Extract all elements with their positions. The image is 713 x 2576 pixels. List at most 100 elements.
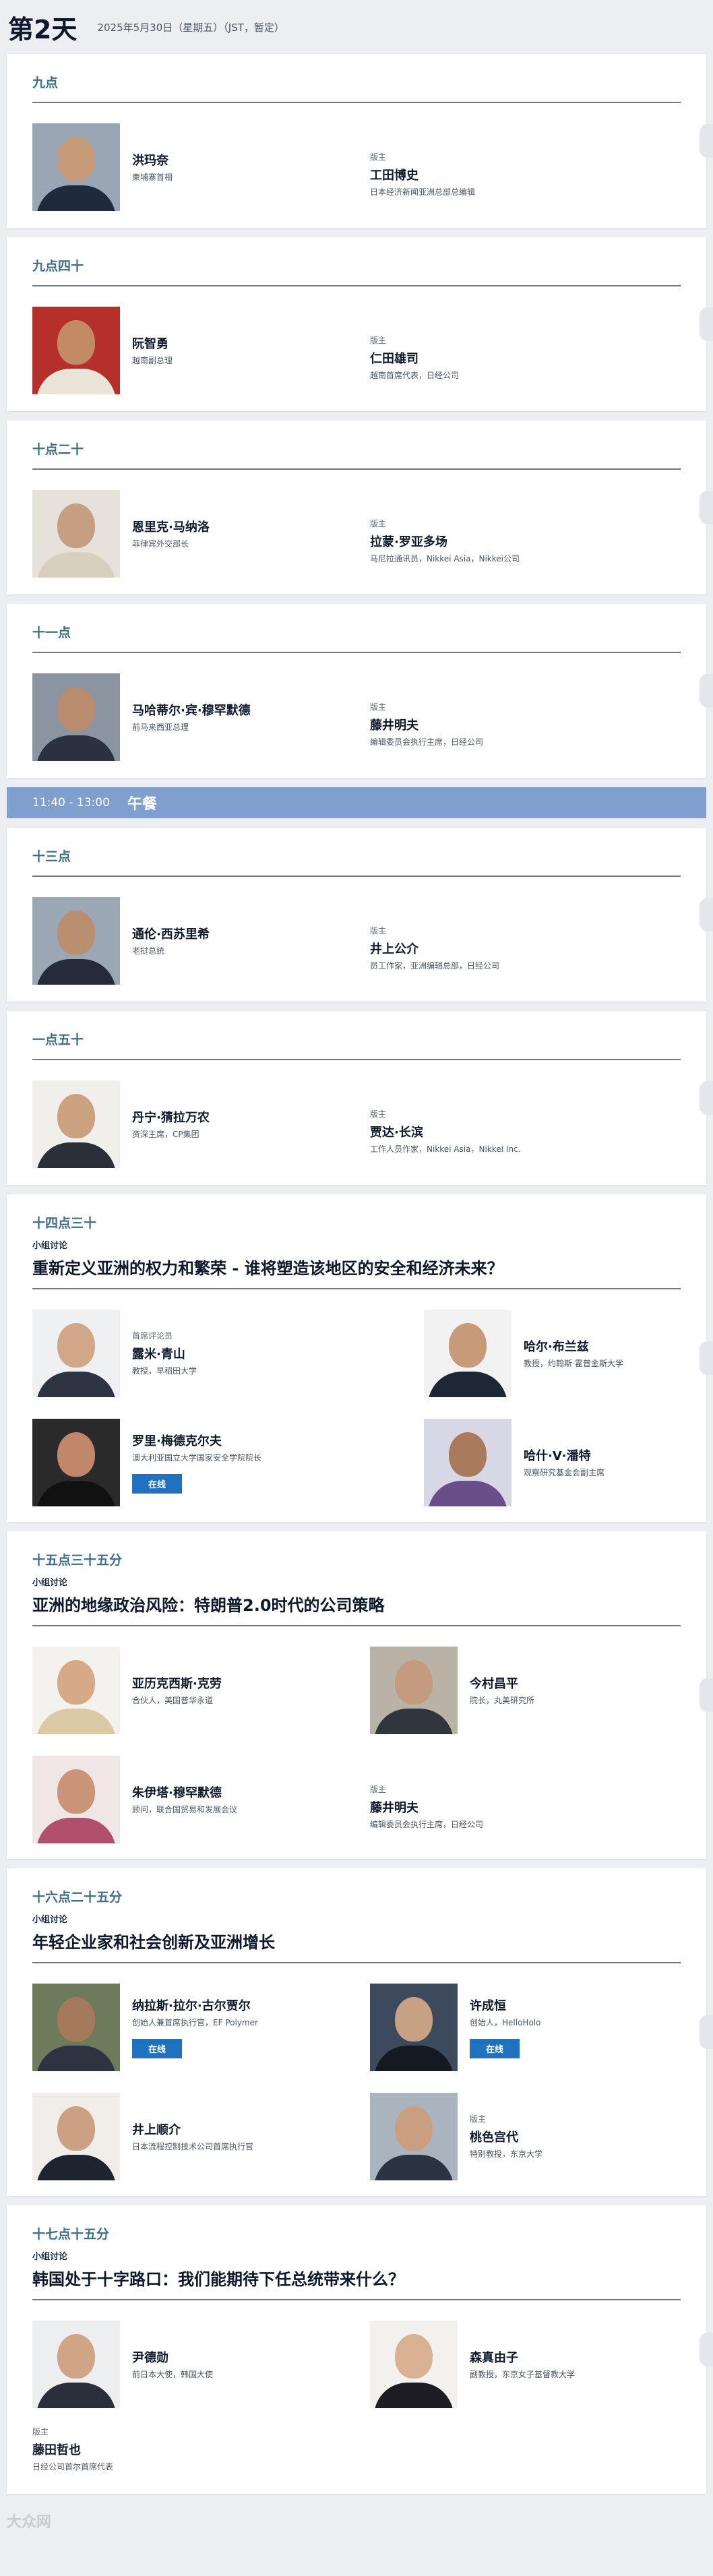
panelist-photo	[424, 1419, 512, 1506]
panelist[interactable]: 纳拉斯·拉尔·古尔贾尔 创始人兼首席执行官，EF Polymer 在线	[32, 1984, 343, 2071]
panelist[interactable]: 哈什·V·潘特 观察研究基金会副主席	[370, 1419, 681, 1506]
moderator[interactable]: 版主 工田博史 日本经济新闻亚洲总部总编辑	[370, 123, 681, 211]
side-scroll-tab	[700, 491, 713, 524]
divider	[32, 285, 681, 286]
panel-card: 十五点三十五分 小组讨论 亚洲的地缘政治风险：特朗普2.0时代的公司策略 亚历克…	[7, 1531, 713, 1859]
speaker-name: 恩里克·马纳洛	[132, 520, 210, 534]
moderator-title: 马尼拉通讯员，Nikkei Asia，Nikkei公司	[370, 553, 520, 563]
moderator[interactable]: 版主 贾达·长滨 工作人员作家，Nikkei Asia，Nikkei Inc.	[370, 1080, 681, 1168]
panelist[interactable]: 井上顺介 日本流程控制技术公司首席执行官	[32, 2093, 343, 2180]
panelist-photo	[370, 1647, 458, 1734]
session-title: 重新定义亚洲的权力和繁荣 - 谁将塑造该地区的安全和经济未来？	[32, 1259, 503, 1278]
divider	[32, 102, 681, 103]
speaker-photo	[32, 673, 120, 761]
panelist-title: 副教授，东京女子基督教大学	[470, 2369, 576, 2379]
speaker-photo	[32, 307, 120, 394]
moderator-role: 版主	[370, 1784, 387, 1794]
moderator-role: 版主	[370, 925, 387, 936]
lunch-bar: 11:40 - 13:00 午餐	[7, 787, 706, 818]
speaker[interactable]: 马哈蒂尔·宾·穆罕默德 前马来西亚总理	[32, 673, 343, 761]
side-scroll-tab	[700, 898, 713, 931]
moderator-title: 日本经济新闻亚洲总部总编辑	[370, 187, 476, 197]
moderator[interactable]: 版主 藤井明夫 编辑委员会执行主席，日经公司	[370, 1756, 681, 1843]
speaker-title: 越南副总理	[132, 355, 173, 365]
divider	[32, 1962, 681, 1963]
panelist-name: 今村昌平	[470, 1676, 518, 1691]
session-time: 十五点三十五分	[32, 1553, 123, 1568]
panelist[interactable]: 许成恒 创始人，HelloHolo 在线	[370, 1984, 681, 2071]
moderator[interactable]: 版主 仁田雄司 越南首席代表，日经公司	[370, 307, 681, 394]
session-type: 小组讨论	[32, 1241, 68, 1251]
panel-card: 十六点二十五分 小组讨论 年轻企业家和社会创新及亚洲增长 纳拉斯·拉尔·古尔贾尔…	[7, 1868, 713, 2196]
panelist[interactable]: 哈尔·布兰兹 教授，约翰斯·霍普金斯大学	[370, 1310, 681, 1397]
lunch-time: 11:40 - 13:00	[32, 796, 110, 809]
panelist-name: 森真由子	[470, 2350, 518, 2365]
panel-card: 十七点十五分 小组讨论 韩国处于十字路口：我们能期待下任总统带来什么？ 尹德勋 …	[7, 2205, 713, 2494]
panelist-title: 教授，早稻田大学	[132, 1366, 197, 1376]
moderator-name: 拉蒙·罗亚多场	[370, 534, 447, 549]
speaker-title: 菲律宾外交部长	[132, 539, 189, 549]
panelist-title: 创始人，HelloHolo	[470, 2017, 541, 2027]
divider	[32, 1059, 681, 1060]
speaker-photo	[32, 1080, 120, 1168]
speaker-title: 柬埔寨首相	[132, 172, 173, 182]
moderator[interactable]: 版主 拉蒙·罗亚多场 马尼拉通讯员，Nikkei Asia，Nikkei公司	[370, 490, 681, 578]
session-time: 十四点三十	[32, 1216, 97, 1231]
moderator[interactable]: 版主 藤田哲也 日经公司首尔首席代表	[32, 2408, 681, 2473]
panelist[interactable]: 首席评论员 露米·青山 教授，早稻田大学	[32, 1310, 343, 1397]
panelist[interactable]: 罗里·梅德克尔夫 澳大利亚国立大学国家安全学院院长 在线	[32, 1419, 343, 1506]
moderator-name: 贾达·长滨	[370, 1125, 423, 1140]
panelist-role: 首席评论员	[132, 1330, 173, 1341]
speaker[interactable]: 丹宁·猜拉万农 资深主席，CP集团	[32, 1080, 343, 1168]
panelist-name: 许成恒	[470, 1998, 506, 2013]
online-badge: 在线	[470, 2039, 520, 2059]
panelist-photo	[370, 2321, 458, 2408]
panelist[interactable]: 今村昌平 院长，丸美研究所	[370, 1647, 681, 1734]
day-date: 2025年5月30日（星期五）（JST，暂定）	[97, 21, 284, 34]
speaker-name: 洪玛奈	[132, 153, 168, 168]
moderator-title: 越南首席代表，日经公司	[370, 370, 460, 380]
speaker-photo	[32, 897, 120, 985]
panelist-title: 观察研究基金会副主席	[524, 1467, 605, 1477]
speaker[interactable]: 洪玛奈 柬埔寨首相	[32, 123, 343, 211]
panelist-title: 创始人兼首席执行官，EF Polymer	[132, 2017, 258, 2027]
session-time: 九点	[32, 75, 59, 90]
moderator-role: 版主	[470, 2114, 487, 2124]
moderator-title: 编辑委员会执行主席，日经公司	[370, 737, 484, 747]
panelist[interactable]: 森真由子 副教授，东京女子基督教大学	[370, 2321, 681, 2408]
panelist-photo	[370, 1984, 458, 2071]
moderator-photo	[370, 2093, 458, 2180]
panelist-photo	[32, 2093, 120, 2180]
moderator-role: 版主	[32, 2427, 49, 2436]
session-card: 九点 洪玛奈 柬埔寨首相 版主 工田博史 日本经济新闻亚洲总部总编辑	[7, 54, 713, 228]
session-card: 十一点 马哈蒂尔·宾·穆罕默德 前马来西亚总理 版主 藤井明夫 编辑委员会执行主…	[7, 604, 713, 778]
moderator[interactable]: 版主 桃色宫代 特别教授，东京大学	[370, 2093, 681, 2180]
panelist[interactable]: 亚历克西斯·克劳 合伙人，美国普华永道	[32, 1647, 343, 1734]
panelist[interactable]: 尹德勋 前日本大使，韩国大使	[32, 2321, 343, 2408]
session-card: 十点二十 恩里克·马纳洛 菲律宾外交部长 版主 拉蒙·罗亚多场 马尼拉通讯员，N…	[7, 421, 713, 594]
panelist-name: 井上顺介	[132, 2122, 181, 2137]
moderator[interactable]: 版主 藤井明夫 编辑委员会执行主席，日经公司	[370, 673, 681, 761]
moderator-title: 编辑委员会执行主席，日经公司	[370, 1819, 484, 1829]
moderator-name: 藤井明夫	[370, 718, 418, 733]
panelist-photo	[32, 1647, 120, 1734]
session-card: 一点五十 丹宁·猜拉万农 资深主席，CP集团 版主 贾达·长滨 工作人员作家，N…	[7, 1011, 713, 1185]
session-time: 十六点二十五分	[32, 1890, 123, 1905]
speaker[interactable]: 恩里克·马纳洛 菲律宾外交部长	[32, 490, 343, 578]
moderator-role: 版主	[370, 1109, 387, 1119]
session-title: 韩国处于十字路口：我们能期待下任总统带来什么？	[32, 2270, 404, 2289]
divider	[32, 876, 681, 877]
panelist-name: 亚历克西斯·克劳	[132, 1676, 222, 1691]
side-scroll-tab	[700, 1341, 713, 1375]
side-scroll-tab	[700, 1678, 713, 1712]
session-time: 一点五十	[32, 1033, 84, 1047]
side-scroll-tab	[700, 307, 713, 341]
moderator-title: 工作人员作家，Nikkei Asia，Nikkei Inc.	[370, 1144, 521, 1154]
speaker[interactable]: 通伦·西苏里希 老挝总统	[32, 897, 343, 985]
panelist[interactable]: 朱伊塔·穆罕默德 顾问，联合国贸易和发展会议	[32, 1756, 343, 1843]
speaker[interactable]: 阮智勇 越南副总理	[32, 307, 343, 394]
moderator-title: 特别教授，东京大学	[470, 2149, 543, 2159]
panelist-name: 朱伊塔·穆罕默德	[132, 1785, 222, 1800]
moderator[interactable]: 版主 井上公介 员工作家，亚洲编辑总部，日经公司	[370, 897, 681, 985]
online-badge: 在线	[132, 2039, 183, 2059]
